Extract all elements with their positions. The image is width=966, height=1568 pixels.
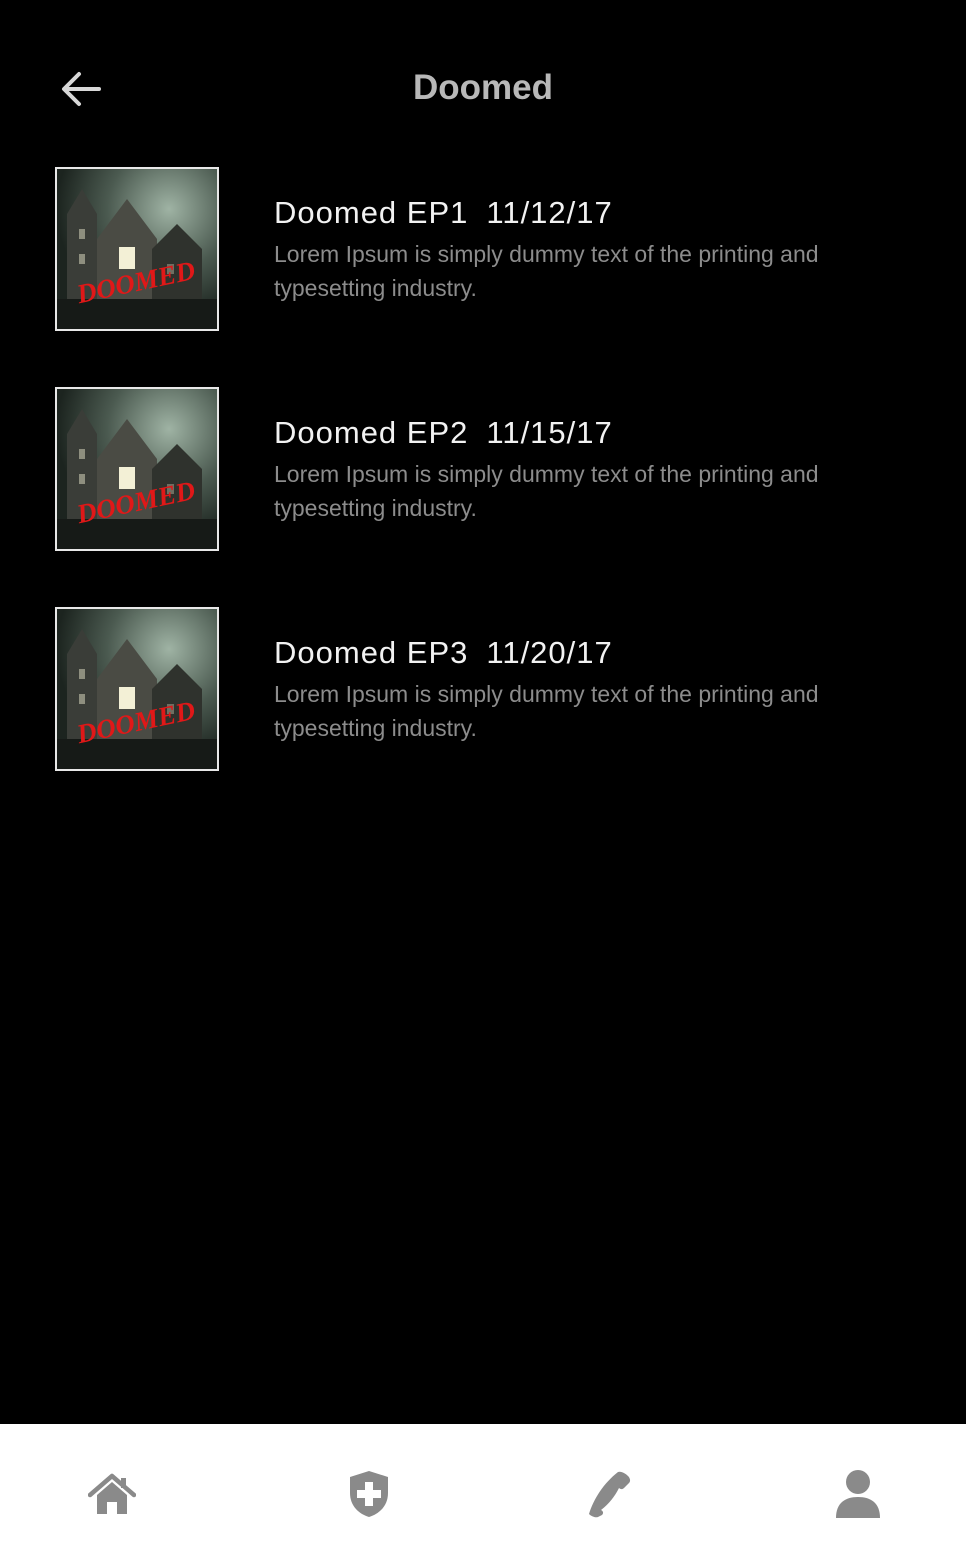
tab-health[interactable] xyxy=(329,1454,409,1534)
page-title: Doomed xyxy=(413,68,553,107)
episode-name: Doomed EP1 xyxy=(274,195,469,230)
episode-thumbnail: DOOMED xyxy=(55,607,219,771)
haunted-house-image: DOOMED xyxy=(57,169,217,329)
episode-item[interactable]: DOOMED Doomed EP2 11/15/17 Lorem Ipsum is… xyxy=(0,387,966,551)
episode-name: Doomed EP3 xyxy=(274,635,469,670)
episode-date: 11/20/17 xyxy=(486,635,613,670)
tab-call[interactable] xyxy=(570,1454,650,1534)
shield-plus-icon xyxy=(350,1471,388,1517)
episode-date: 11/12/17 xyxy=(486,195,613,230)
tab-home[interactable] xyxy=(72,1454,152,1534)
home-icon xyxy=(88,1473,136,1514)
episode-date: 11/15/17 xyxy=(486,415,613,450)
haunted-house-image: DOOMED xyxy=(57,389,217,549)
episode-item[interactable]: DOOMED Doomed EP1 11/12/17 Lorem Ipsum is… xyxy=(0,167,966,331)
bottom-tab-bar xyxy=(0,1424,966,1568)
phone-icon xyxy=(589,1471,631,1518)
tab-profile[interactable] xyxy=(818,1454,898,1534)
user-icon xyxy=(836,1470,880,1518)
haunted-house-image: DOOMED xyxy=(57,609,217,769)
episode-thumbnail: DOOMED xyxy=(55,387,219,551)
episode-title: Doomed EP3 11/20/17 xyxy=(274,635,613,671)
episode-description: Lorem Ipsum is simply dummy text of the … xyxy=(274,681,819,741)
episode-title: Doomed EP2 11/15/17 xyxy=(274,415,613,451)
episode-description: Lorem Ipsum is simply dummy text of the … xyxy=(274,241,819,301)
episode-title: Doomed EP1 11/12/17 xyxy=(274,195,613,231)
episode-name: Doomed EP2 xyxy=(274,415,469,450)
app-header: Doomed xyxy=(0,0,966,170)
episode-description: Lorem Ipsum is simply dummy text of the … xyxy=(274,461,819,521)
episode-thumbnail: DOOMED xyxy=(55,167,219,331)
episode-item[interactable]: DOOMED Doomed EP3 11/20/17 Lorem Ipsum is… xyxy=(0,607,966,771)
